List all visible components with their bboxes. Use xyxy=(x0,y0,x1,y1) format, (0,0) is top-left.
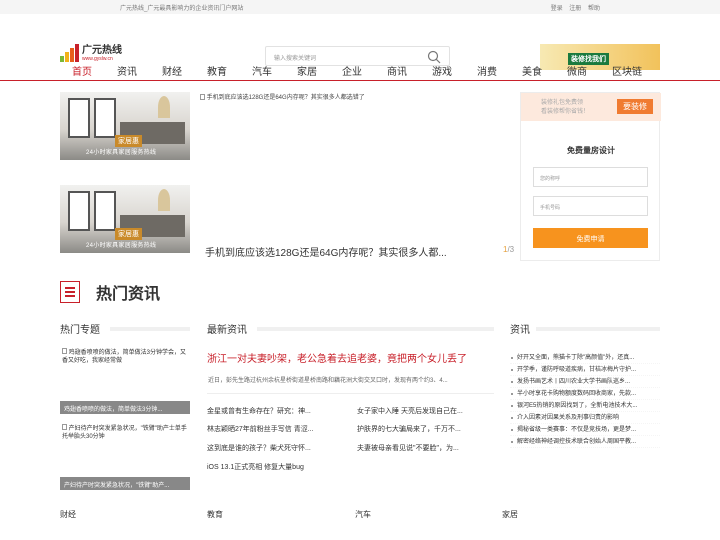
hot-section-header: 热门资讯 xyxy=(60,280,160,304)
hot-title: 热门资讯 xyxy=(96,286,161,303)
category-heading[interactable]: 财经 xyxy=(60,509,76,520)
banner-text-1: 装修礼包免费领 xyxy=(541,100,584,106)
nav-item[interactable]: 消费 xyxy=(477,63,497,78)
news-item[interactable]: 银河E5热销的原因找到了，全新电池技术大... xyxy=(510,400,660,412)
latest-link[interactable]: 金星或曾有生命存在？研究：神... xyxy=(207,406,311,416)
nav-item[interactable]: 游戏 xyxy=(432,63,452,78)
latest-link[interactable]: iOS 13.1正式亮相 修复大量bug xyxy=(207,462,304,472)
top-bar: 广元热线_广元最具影响力的企业资讯门户网站 登录 注册 帮助 xyxy=(0,0,720,14)
category-heading[interactable]: 教育 xyxy=(207,509,223,520)
nav-item[interactable]: 教育 xyxy=(207,63,227,78)
slide-caption: 24小时家具家居服务热线 xyxy=(86,150,157,156)
news-item[interactable]: 好开又全面，熊猫卡丁除"高颜值"外，还真... xyxy=(510,352,660,364)
news-list: 好开又全面，熊猫卡丁除"高颜值"外，还真... 开学季，谨防呼吸道疾病，甘桔冰梅… xyxy=(510,352,660,448)
main-nav: 首页 资讯 财经 教育 汽车 家居 企业 商讯 游戏 消费 美食 微商 区块链 xyxy=(0,62,720,81)
banner-text-2: 看装修帮你省钱！ xyxy=(541,109,590,115)
logo-name: 广元热线 xyxy=(82,45,122,56)
form-title: 免费量房设计 xyxy=(567,146,615,155)
feature-caption[interactable]: 手机到底应该选128G还是64G内存呢？其实很多人都... xyxy=(205,244,447,259)
topic-caption: 鸡翅香喷喷的做法，简单做法3分钟... xyxy=(60,401,190,414)
nav-item[interactable]: 汽车 xyxy=(252,63,272,78)
slide-brand: 家居惠 xyxy=(115,228,142,240)
nav-item[interactable]: 企业 xyxy=(342,63,362,78)
pager-total: /3 xyxy=(507,245,515,254)
latest-link[interactable]: 夫妻被母亲看见说"不要脸"，为... xyxy=(357,443,459,453)
nav-item[interactable]: 美食 xyxy=(522,63,542,78)
broken-image-icon xyxy=(62,424,67,430)
submit-button[interactable]: 免费申请 xyxy=(533,228,648,248)
broken-image-icon xyxy=(200,94,205,101)
latest-headline[interactable]: 浙江一对夫妻吵架，老公急着去追老婆，竟把两个女儿丢了 xyxy=(207,350,467,365)
site-slogan: 广元热线_广元最具影响力的企业资讯门户网站 xyxy=(120,6,244,12)
news-heading: 资讯 xyxy=(510,325,530,336)
nav-item[interactable]: 区块链 xyxy=(612,63,642,78)
logo-bars-icon xyxy=(60,44,79,62)
nav-item[interactable]: 首页 xyxy=(72,63,92,78)
site-logo[interactable]: 广元热线 www.gyslw.cn xyxy=(60,44,122,62)
topic-image-alt: 产妇待产时突发紧急状况，"铁臂"助产士单手托举胎头30分钟 xyxy=(62,426,187,440)
phone-field[interactable]: 手机号码 xyxy=(533,196,648,216)
nav-item[interactable]: 资讯 xyxy=(117,63,137,78)
broken-image-icon xyxy=(62,348,67,354)
feature-image[interactable]: 手机到底应该选128G还是64G内存呢？其实很多人都选错了 xyxy=(200,92,365,101)
category-heading[interactable]: 汽车 xyxy=(355,509,371,520)
phone-placeholder: 手机号码 xyxy=(540,205,561,211)
slide-thumbnail[interactable]: 家居惠 24小时家具家居服务热线 xyxy=(60,185,190,253)
nav-item[interactable]: 财经 xyxy=(162,63,182,78)
slide-brand: 家居惠 xyxy=(115,135,142,147)
banner-button[interactable]: 要装修 xyxy=(617,99,653,114)
slide-thumbnail[interactable]: 家居惠 24小时家具家居服务热线 xyxy=(60,92,190,160)
latest-heading: 最新资讯 xyxy=(207,325,247,336)
news-item[interactable]: 介入因素对因果关系及刑事归责的影响 xyxy=(510,412,660,424)
news-icon xyxy=(60,281,80,303)
topic-card[interactable]: 鸡翅香喷喷的做法，简单做法3分钟学会，又香又好吃，我家经常做 鸡翅香喷喷的做法，… xyxy=(60,346,190,414)
topics-heading: 热门专题 xyxy=(60,325,100,336)
login-link[interactable]: 登录 xyxy=(551,6,563,12)
nav-item[interactable]: 微商 xyxy=(567,63,587,78)
latest-link[interactable]: 这到底是谁的孩子？柴犬死守怀... xyxy=(207,443,311,453)
header: 广元热线 www.gyslw.cn 输入搜索关键词 装修找我们 xyxy=(0,14,720,70)
nav-item[interactable]: 家居 xyxy=(297,63,317,78)
topic-card[interactable]: 产妇待产时突发紧急状况，"铁臂"助产士单手托举胎头30分钟 产妇待产时突发紧急状… xyxy=(60,422,190,490)
latest-link[interactable]: 林志颖晒27年前粉丝手写信 青涩... xyxy=(207,424,314,434)
news-item[interactable]: 开学季，谨防呼吸道疾病，甘桔冰梅片守护... xyxy=(510,364,660,376)
slide-caption: 24小时家具家居服务热线 xyxy=(86,243,157,249)
topic-image-alt: 鸡翅香喷喷的做法，简单做法3分钟学会，又香又好吃，我家经常做 xyxy=(62,350,187,364)
latest-link[interactable]: 护肤界的七大骗局来了，千万不... xyxy=(357,424,461,434)
nav-item[interactable]: 商讯 xyxy=(387,63,407,78)
register-link[interactable]: 注册 xyxy=(569,6,581,12)
design-form: 装修礼包免费领 看装修帮你省钱！ 要装修 免费量房设计 您的称呼 手机号码 免费申… xyxy=(520,92,661,261)
news-item[interactable]: 发扬书画艺术丨四川农业大学书画队巡乡... xyxy=(510,376,660,388)
topic-caption: 产妇待产时突发紧急状况，"铁臂"助产... xyxy=(60,477,190,490)
help-link[interactable]: 帮助 xyxy=(588,6,600,12)
slide-pager[interactable]: 1/3 xyxy=(503,245,514,254)
news-item[interactable]: 解密经络神经调控技术联合创始人周国平教... xyxy=(510,436,660,448)
latest-summary: 近日，彭先生路过杭州余杭星桥街道星桥南路和藕花洲大街交叉口时，发现有两个约3、4… xyxy=(208,378,448,384)
name-field[interactable]: 您的称呼 xyxy=(533,167,648,187)
name-placeholder: 您的称呼 xyxy=(540,176,561,182)
news-item[interactable]: 揭秘省级一类赛事：不仅是竞技场，更是梦... xyxy=(510,424,660,436)
feature-image-alt: 手机到底应该选128G还是64G内存呢？其实很多人都选错了 xyxy=(206,95,365,101)
news-item[interactable]: 半小时享花卡购物额度数码回收商家，先款... xyxy=(510,388,660,400)
category-heading[interactable]: 家居 xyxy=(502,509,518,520)
form-banner[interactable]: 装修礼包免费领 看装修帮你省钱！ 要装修 xyxy=(521,93,661,121)
latest-link[interactable]: 女子家中入睡 天亮后发现自己在... xyxy=(357,406,463,416)
